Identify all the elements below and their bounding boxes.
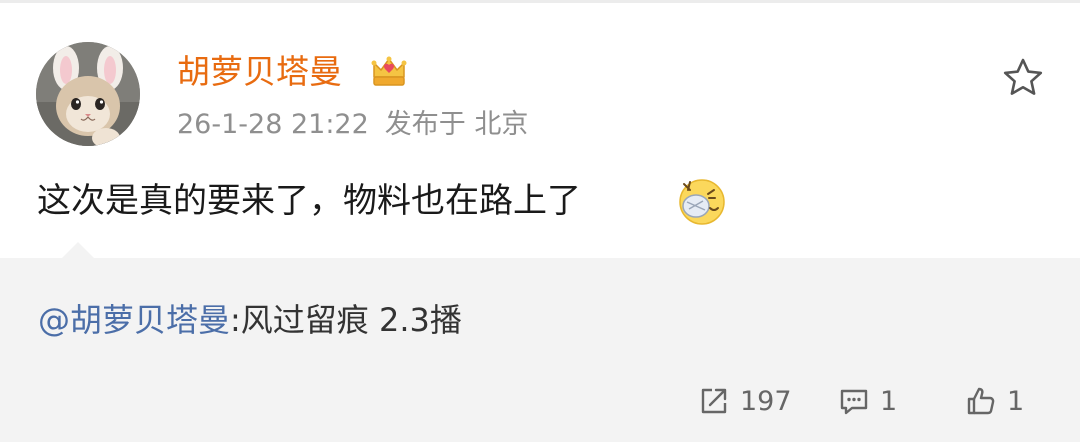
comment-button[interactable]: 1 <box>838 378 897 424</box>
star-icon <box>1003 58 1043 95</box>
location: 发布于 北京 <box>384 109 529 140</box>
username[interactable]: 胡萝贝塔曼 <box>177 50 342 94</box>
quoted-content: :风过留痕 2.3播 <box>230 301 462 339</box>
weibo-post-card: 胡萝贝塔曼 26-1-28 21:22 发布于 北京 这次是真的要来了，物料也在路… <box>0 0 1080 442</box>
crown-badge-icon <box>369 51 409 91</box>
share-button[interactable]: 197 <box>698 378 792 424</box>
comment-count: 1 <box>880 385 898 417</box>
panel-pointer <box>62 242 94 258</box>
thumbs-up-icon <box>967 387 995 415</box>
like-button[interactable]: 1 <box>965 378 1024 424</box>
quoted-post-panel[interactable] <box>0 242 1080 442</box>
timestamp: 26-1-28 21:22 <box>177 109 369 140</box>
avatar-image <box>36 42 140 146</box>
mention-link[interactable]: @胡萝贝塔曼 <box>38 301 230 339</box>
divider <box>0 0 1080 3</box>
post-text: 这次是真的要来了，物料也在路上了 <box>37 181 581 221</box>
avatar[interactable] <box>36 42 140 146</box>
like-count: 1 <box>1007 385 1025 417</box>
share-count: 197 <box>740 385 792 417</box>
favorite-button[interactable] <box>1001 56 1045 100</box>
comment-icon <box>840 389 868 415</box>
face-with-bandage-emoji-icon <box>676 176 726 226</box>
post-meta: 26-1-28 21:22 发布于 北京 <box>177 107 528 143</box>
quoted-post-text[interactable]: @胡萝贝塔曼:风过留痕 2.3播 <box>38 296 462 344</box>
share-icon <box>701 388 727 414</box>
